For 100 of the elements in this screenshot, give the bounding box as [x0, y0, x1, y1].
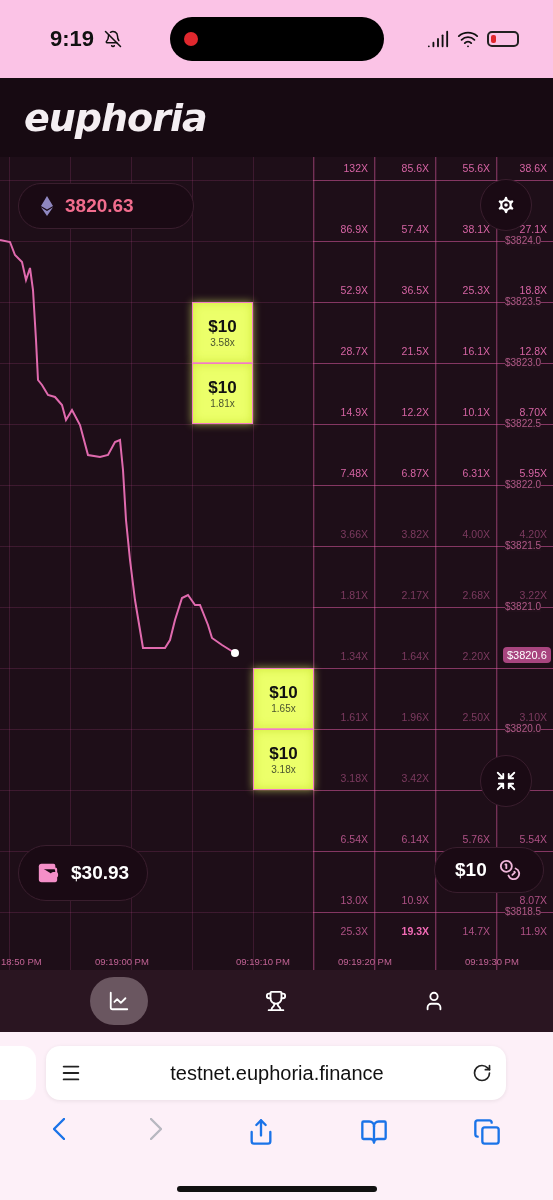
bet-multiplier: 3.58x [210, 337, 235, 348]
bet-amount: $10 [208, 317, 237, 337]
multiplier-label: 1.61X [340, 711, 368, 723]
multiplier-label: 5.76X [462, 833, 490, 845]
wallet-pill[interactable]: $30.93 [18, 845, 148, 901]
coins-icon [498, 859, 521, 881]
recording-dot-icon [184, 32, 199, 46]
price-level-label: $3824.0 [505, 235, 542, 246]
bet-cell[interactable]: $10 3.18x [253, 729, 314, 790]
bet-cell[interactable]: $10 1.81x [192, 363, 253, 424]
multiplier-label: 6.14X [401, 833, 429, 845]
bell-off-icon [104, 30, 123, 48]
bet-amount: $10 [208, 378, 237, 398]
multiplier-label: 11.9X [520, 925, 547, 937]
bet-size-amount: $10 [455, 859, 487, 881]
trophy-icon [265, 990, 288, 1012]
multiplier-label: 4.00X [462, 528, 490, 540]
bet-multiplier: 1.65x [271, 703, 296, 714]
multiplier-label: 25.3X [340, 925, 368, 937]
multiplier-label: 8.70X [519, 406, 547, 418]
status-time: 9:19 [50, 26, 95, 52]
price-level-label: $3823.5 [505, 296, 542, 307]
multiplier-label: 55.6X [462, 162, 490, 174]
multiplier-label: 1.34X [340, 650, 368, 662]
multiplier-label: 7.48X [340, 467, 368, 479]
url-text: testnet.euphoria.finance [169, 1061, 385, 1085]
game-chart[interactable] [0, 157, 553, 970]
multiplier-label: 12.8X [519, 345, 547, 357]
multiplier-label: 14.7X [462, 925, 490, 937]
multiplier-label: 12.2X [401, 406, 429, 418]
multiplier-label: 2.50X [462, 711, 490, 723]
price-level-label: $3821.0 [505, 601, 542, 612]
bet-multiplier: 1.81x [210, 398, 235, 409]
multiplier-label: 86.9X [340, 223, 368, 235]
time-label: 18:50 PM [1, 956, 42, 967]
multiplier-label: 38.6X [519, 162, 547, 174]
bet-size-button[interactable]: $10 [434, 847, 544, 893]
multiplier-label: 57.4X [401, 223, 429, 235]
nav-tab[interactable] [89, 977, 148, 1025]
ethereum-icon [41, 196, 53, 216]
multiplier-label: 10.1X [462, 406, 490, 418]
multiplier-label: 28.7X [340, 345, 368, 357]
time-label: 09:19:30 PM [465, 956, 519, 967]
multiplier-label: 2.17X [401, 589, 429, 601]
multiplier-label: 5.54X [519, 833, 547, 845]
multiplier-label: 52.9X [340, 284, 368, 296]
multiplier-label: 25.3X [462, 284, 490, 296]
multiplier-label: 19.3X [401, 925, 429, 937]
price-level-label: $3820.0 [505, 723, 542, 734]
wallet-icon [37, 862, 59, 884]
multiplier-label: 18.8X [519, 284, 547, 296]
wallet-balance: $30.93 [71, 862, 130, 884]
multiplier-label: 3.22X [519, 589, 547, 601]
multiplier-label: 3.82X [401, 528, 429, 540]
multiplier-label: 10.9X [401, 894, 429, 906]
collapse-button[interactable] [480, 755, 532, 807]
multiplier-label: 6.31X [462, 467, 490, 479]
multiplier-label: 36.5X [401, 284, 429, 296]
multiplier-label: 2.20X [462, 650, 490, 662]
settings-icon [495, 194, 517, 216]
logo: euphoria [24, 95, 207, 140]
price-level-label: $3818.5 [505, 906, 542, 917]
multiplier-label: 1.81X [340, 589, 368, 601]
time-label: 09:19:10 PM [236, 956, 290, 967]
multiplier-label: 3.66X [340, 528, 368, 540]
bet-amount: $10 [269, 683, 298, 703]
bet-multiplier: 3.18x [271, 764, 296, 775]
address-bar[interactable]: testnet.euphoria.finance [46, 1046, 506, 1100]
time-label: 09:19:20 PM [338, 956, 392, 967]
multiplier-label: 132X [343, 162, 368, 174]
multiplier-label: 3.10X [519, 711, 547, 723]
multiplier-label: 38.1X [462, 223, 490, 235]
reload-icon[interactable] [472, 1063, 492, 1083]
multiplier-label: 27.1X [519, 223, 547, 235]
multiplier-label: 6.54X [340, 833, 368, 845]
multiplier-label: 13.0X [340, 894, 368, 906]
multiplier-label: 6.87X [401, 467, 429, 479]
bet-cell[interactable]: $10 3.58x [192, 302, 253, 363]
current-price-tag: $3820.6 [503, 647, 551, 663]
multiplier-label: 8.07X [519, 894, 547, 906]
bet-cell[interactable]: $10 1.65x [253, 668, 314, 729]
time-label: 09:19:00 PM [95, 956, 149, 967]
multiplier-label: 2.68X [462, 589, 490, 601]
multiplier-label: 4.20X [519, 528, 547, 540]
multiplier-label: 21.5X [401, 345, 429, 357]
tabs-button[interactable] [472, 1118, 501, 1146]
multiplier-label: 1.96X [401, 711, 429, 723]
multiplier-label: 14.9X [340, 406, 368, 418]
multiplier-label: 85.6X [401, 162, 429, 174]
price-level-label: $3823.0 [505, 357, 542, 368]
chart-icon [107, 990, 130, 1012]
price-level-label: $3822.0 [505, 479, 542, 490]
multiplier-label: 3.18X [340, 772, 368, 784]
bookmarks-button[interactable] [359, 1118, 388, 1146]
price-level-label: $3822.5 [505, 418, 542, 429]
signal-icon [427, 28, 449, 50]
multiplier-label: 5.95X [519, 467, 547, 479]
battery-icon [487, 31, 519, 47]
multiplier-label: 3.42X [401, 772, 429, 784]
price-level-label: $3821.5 [505, 540, 542, 551]
